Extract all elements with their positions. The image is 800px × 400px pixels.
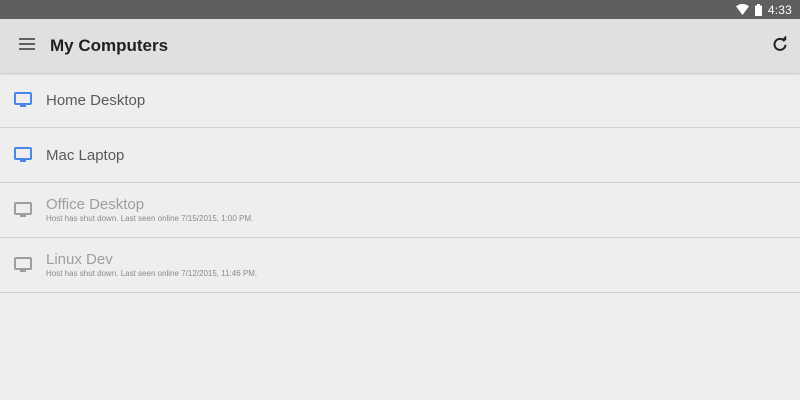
host-status: Host has shut down. Last seen online 7/1… [46,269,258,278]
menu-button[interactable] [0,19,54,73]
monitor-icon [0,147,46,163]
host-list: Home Desktop Mac Laptop Office Desktop H… [0,73,800,293]
page-title: My Computers [50,36,169,55]
app-bar: My Computers [0,19,800,73]
monitor-icon [0,257,46,273]
host-name: Linux Dev [46,251,113,268]
battery-icon [754,3,762,16]
wifi-icon [735,4,749,15]
host-row-mac-laptop[interactable]: Mac Laptop [0,128,800,183]
status-bar: 4:33 [0,0,800,19]
host-row-linux-dev[interactable]: Linux Dev Host has shut down. Last seen … [0,238,800,293]
host-row-office-desktop[interactable]: Office Desktop Host has shut down. Last … [0,183,800,238]
monitor-icon [0,92,46,108]
host-name: Home Desktop [46,91,146,109]
refresh-icon [772,34,788,57]
host-status: Host has shut down. Last seen online 7/1… [46,214,254,223]
menu-icon [19,37,35,55]
host-name: Office Desktop [46,196,145,213]
monitor-icon [0,202,46,218]
refresh-button[interactable] [760,19,800,73]
status-time: 4:33 [767,2,792,17]
host-row-home-desktop[interactable]: Home Desktop [0,73,800,128]
host-name: Mac Laptop [46,146,125,164]
